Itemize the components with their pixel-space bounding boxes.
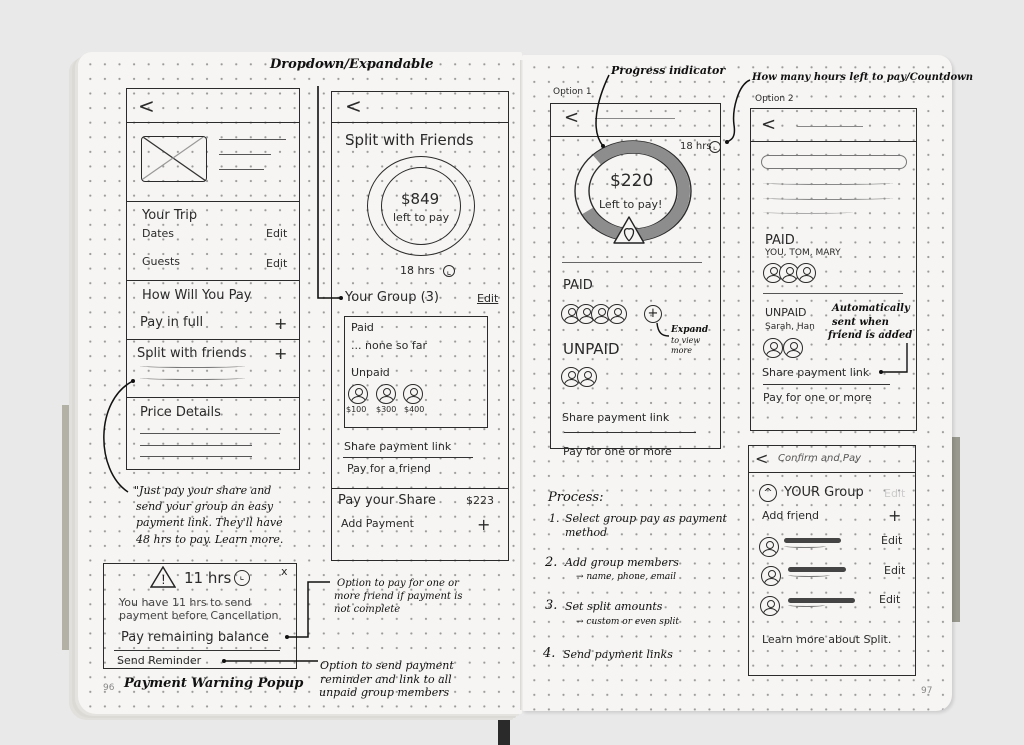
share-payment-link[interactable]: Share payment link <box>762 366 869 379</box>
popup-caption: Payment Warning Popup <box>124 676 304 691</box>
amount-left: $849 <box>401 190 440 208</box>
share-payment-link[interactable]: Share payment link <box>344 440 451 453</box>
unpaid-amount: $100 <box>346 405 367 414</box>
send-reminder-button[interactable]: Send Reminder <box>117 654 201 667</box>
how-will-you-pay-heading: How Will You Pay <box>142 288 252 303</box>
annotation-progress: Progress indicator <box>611 64 726 77</box>
add-payment-plus-icon[interactable]: + <box>477 515 490 534</box>
learn-more-split-link[interactable]: Learn more about Split. <box>762 633 891 646</box>
guests-label: Guests <box>142 255 181 268</box>
unpaid-avatar <box>763 338 783 358</box>
your-group-toggle[interactable]: Your Group (3) <box>345 290 439 305</box>
pay-in-full-option[interactable]: Pay in full <box>140 315 203 330</box>
page-number-left: 96 <box>103 683 115 693</box>
unpaid-avatar <box>403 384 423 404</box>
unpaid-label: UNPAID <box>563 340 620 358</box>
price-details-heading: Price Details <box>140 405 221 420</box>
paid-names: YOU, TOM, MARY <box>765 248 841 258</box>
paid-avatar <box>607 304 627 324</box>
annotation-dropdown: Dropdown/Expandable <box>270 57 434 72</box>
pay-for-one-or-more-link[interactable]: Pay for one or more <box>563 445 672 458</box>
back-arrow-icon[interactable]: < <box>345 94 362 118</box>
pay-your-share-label: Pay your Share <box>338 493 436 508</box>
back-arrow-icon[interactable]: < <box>564 107 579 128</box>
unpaid-names: Sarah, Han <box>765 322 815 332</box>
share-amount: $223 <box>466 494 494 507</box>
pay-in-full-plus-icon[interactable]: + <box>274 314 287 333</box>
add-friend-plus-icon[interactable]: + <box>888 506 901 525</box>
image-placeholder <box>141 136 207 182</box>
split-with-friends-option[interactable]: Split with friends <box>137 346 246 361</box>
left-to-pay-label: left to pay <box>393 211 450 224</box>
member-avatar <box>759 537 779 557</box>
clock-icon: ⌞ <box>709 141 721 153</box>
amount-left: $220 <box>610 171 654 191</box>
unpaid-amount: $300 <box>376 405 397 414</box>
process-title: Process: <box>548 490 604 505</box>
member-avatar <box>760 596 780 616</box>
notebook-back-cover-left <box>62 405 76 650</box>
dates-edit-link[interactable]: Edit <box>266 227 287 240</box>
page-number-right: 97 <box>921 686 933 696</box>
group-edit-link[interactable]: Edit <box>884 487 905 500</box>
popup-message-line1: You have 11 hrs to send <box>119 596 252 609</box>
share-payment-link[interactable]: Share payment link <box>562 411 669 424</box>
annotation-countdown: How many hours left to pay/Countdown <box>752 72 974 83</box>
confirm-pay-title: Confirm and Pay <box>778 453 861 464</box>
popup-close-button[interactable]: x <box>281 565 288 578</box>
your-trip-heading: Your Trip <box>142 208 198 223</box>
expand-plus-button[interactable]: + <box>644 305 662 323</box>
pay-for-one-or-more-link[interactable]: Pay for one or more <box>763 391 872 404</box>
search-bar-placeholder <box>761 155 907 169</box>
back-arrow-icon[interactable]: < <box>755 449 768 468</box>
unpaid-label: Unpaid <box>351 366 390 379</box>
paid-label: Paid <box>351 321 374 334</box>
unpaid-avatar <box>783 338 803 358</box>
pay-remaining-balance-button[interactable]: Pay remaining balance <box>121 630 269 645</box>
your-group-heading[interactable]: YOUR Group <box>784 485 864 500</box>
add-payment-option[interactable]: Add Payment <box>341 517 414 530</box>
none-so-far: ... none so far <box>351 339 428 352</box>
add-friend-option[interactable]: Add friend <box>762 509 819 522</box>
unpaid-amount: $400 <box>404 405 425 414</box>
paid-label: PAID <box>563 278 593 293</box>
member-edit-link[interactable]: Edit <box>884 564 905 577</box>
unpaid-avatar <box>577 367 597 387</box>
svg-text:!: ! <box>161 573 166 587</box>
member-edit-link[interactable]: Edit <box>881 534 902 547</box>
option1-label: Option 1 <box>553 87 592 97</box>
popup-message-line2: payment before Cancellation <box>119 609 279 622</box>
notebook-gutter <box>520 60 523 710</box>
clock-icon: ⌞ <box>234 570 250 586</box>
chevron-up-icon[interactable]: ^ <box>759 484 777 502</box>
unpaid-avatar <box>376 384 396 404</box>
clock-icon: ⌞ <box>443 265 455 277</box>
member-avatar <box>761 566 781 586</box>
group-edit-link[interactable]: Edit <box>477 292 498 305</box>
guests-edit-link[interactable]: Edit <box>266 257 287 270</box>
paid-avatar <box>796 263 816 283</box>
unpaid-avatar <box>348 384 368 404</box>
back-arrow-icon[interactable]: < <box>761 114 776 135</box>
pay-for-friend-link[interactable]: Pay for a friend <box>347 462 431 475</box>
warning-icon: ! <box>150 566 176 588</box>
member-edit-link[interactable]: Edit <box>879 593 900 606</box>
dates-label: Dates <box>142 227 175 240</box>
paid-label: PAID <box>765 233 795 248</box>
hours-remaining: 18 hrs <box>400 264 435 277</box>
back-arrow-icon[interactable]: < <box>138 94 155 118</box>
split-title: Split with Friends <box>345 131 474 149</box>
brand-logo-icon <box>613 216 645 244</box>
left-to-pay-label: Left to pay! <box>599 198 663 211</box>
bookmark-ribbon <box>498 712 510 745</box>
unpaid-label: UNPAID <box>765 306 807 319</box>
split-plus-icon[interactable]: + <box>274 344 287 363</box>
option2-label: Option 2 <box>755 94 794 104</box>
popup-hours: 11 hrs <box>184 569 232 587</box>
